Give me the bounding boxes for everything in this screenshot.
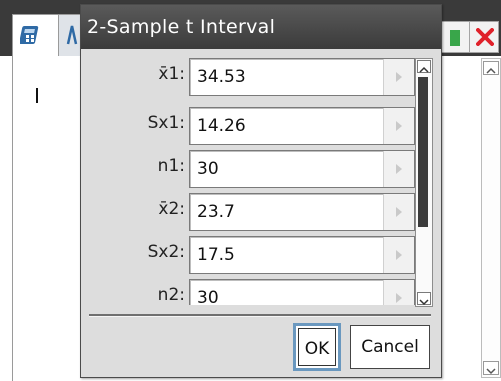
field-input[interactable]: 14.26 bbox=[189, 107, 415, 145]
lists-icon bbox=[66, 25, 78, 45]
field-menu-button[interactable] bbox=[383, 59, 414, 95]
page-scrollbar[interactable] bbox=[481, 58, 501, 378]
scroll-down-icon[interactable] bbox=[483, 361, 499, 375]
text-cursor bbox=[36, 88, 38, 103]
calculator-icon bbox=[20, 26, 39, 44]
field-input[interactable]: 30 bbox=[189, 279, 415, 305]
close-window-button[interactable] bbox=[469, 21, 499, 53]
arrow-right-icon bbox=[396, 250, 402, 260]
ok-button[interactable]: OK bbox=[293, 323, 341, 371]
arrow-right-icon bbox=[396, 164, 402, 174]
arrow-right-icon bbox=[396, 207, 402, 217]
close-icon bbox=[476, 28, 494, 46]
tab-lists[interactable] bbox=[58, 14, 82, 57]
field-label: x̄2: bbox=[158, 199, 185, 219]
arrow-right-icon bbox=[396, 121, 402, 131]
field-row-n2: n2: 30 bbox=[81, 279, 421, 305]
scroll-up-icon[interactable] bbox=[483, 61, 499, 75]
field-input[interactable]: 23.7 bbox=[189, 193, 415, 231]
scrollbar-thumb[interactable] bbox=[418, 77, 428, 227]
window-controls bbox=[440, 21, 499, 53]
field-value: 30 bbox=[197, 159, 219, 179]
field-row-sx1: Sx1: 14.26 bbox=[81, 107, 421, 147]
field-label: Sx2: bbox=[147, 242, 185, 262]
field-menu-button[interactable] bbox=[383, 194, 414, 230]
field-menu-button[interactable] bbox=[383, 280, 414, 305]
scroll-down-icon[interactable] bbox=[417, 292, 431, 306]
field-label: n1: bbox=[157, 156, 185, 176]
scroll-up-icon[interactable] bbox=[417, 60, 431, 73]
field-row-mean1: x̄1: 34.53 bbox=[81, 58, 421, 98]
field-value: 34.53 bbox=[197, 67, 246, 87]
two-sample-t-interval-dialog: 2-Sample t Interval x̄1: 34.53 Sx1: 14.2… bbox=[80, 4, 442, 378]
field-input[interactable]: 30 bbox=[189, 150, 415, 188]
dialog-title: 2-Sample t Interval bbox=[81, 5, 441, 49]
dialog-divider bbox=[89, 314, 431, 317]
field-menu-button[interactable] bbox=[383, 151, 414, 187]
field-row-mean2: x̄2: 23.7 bbox=[81, 193, 421, 233]
restore-window-button[interactable] bbox=[440, 21, 470, 53]
field-row-sx2: Sx2: 17.5 bbox=[81, 236, 421, 276]
field-input[interactable]: 34.53 bbox=[189, 58, 415, 96]
field-value: 23.7 bbox=[197, 202, 235, 222]
field-label: Sx1: bbox=[147, 113, 185, 133]
restore-window-icon bbox=[450, 30, 460, 46]
dialog-scrollbar[interactable] bbox=[415, 58, 433, 307]
arrow-right-icon bbox=[396, 293, 402, 303]
field-menu-button[interactable] bbox=[383, 237, 414, 273]
field-value: 30 bbox=[197, 288, 219, 305]
tab-calculator[interactable] bbox=[12, 14, 62, 57]
field-input[interactable]: 17.5 bbox=[189, 236, 415, 274]
cancel-button[interactable]: Cancel bbox=[350, 325, 430, 369]
field-label: n2: bbox=[157, 285, 185, 305]
field-row-n1: n1: 30 bbox=[81, 150, 421, 190]
field-value: 17.5 bbox=[197, 245, 235, 265]
field-label: x̄1: bbox=[158, 64, 185, 84]
ok-label: OK bbox=[298, 328, 336, 366]
arrow-right-icon bbox=[396, 72, 402, 82]
field-menu-button[interactable] bbox=[383, 108, 414, 144]
field-value: 14.26 bbox=[197, 116, 246, 136]
